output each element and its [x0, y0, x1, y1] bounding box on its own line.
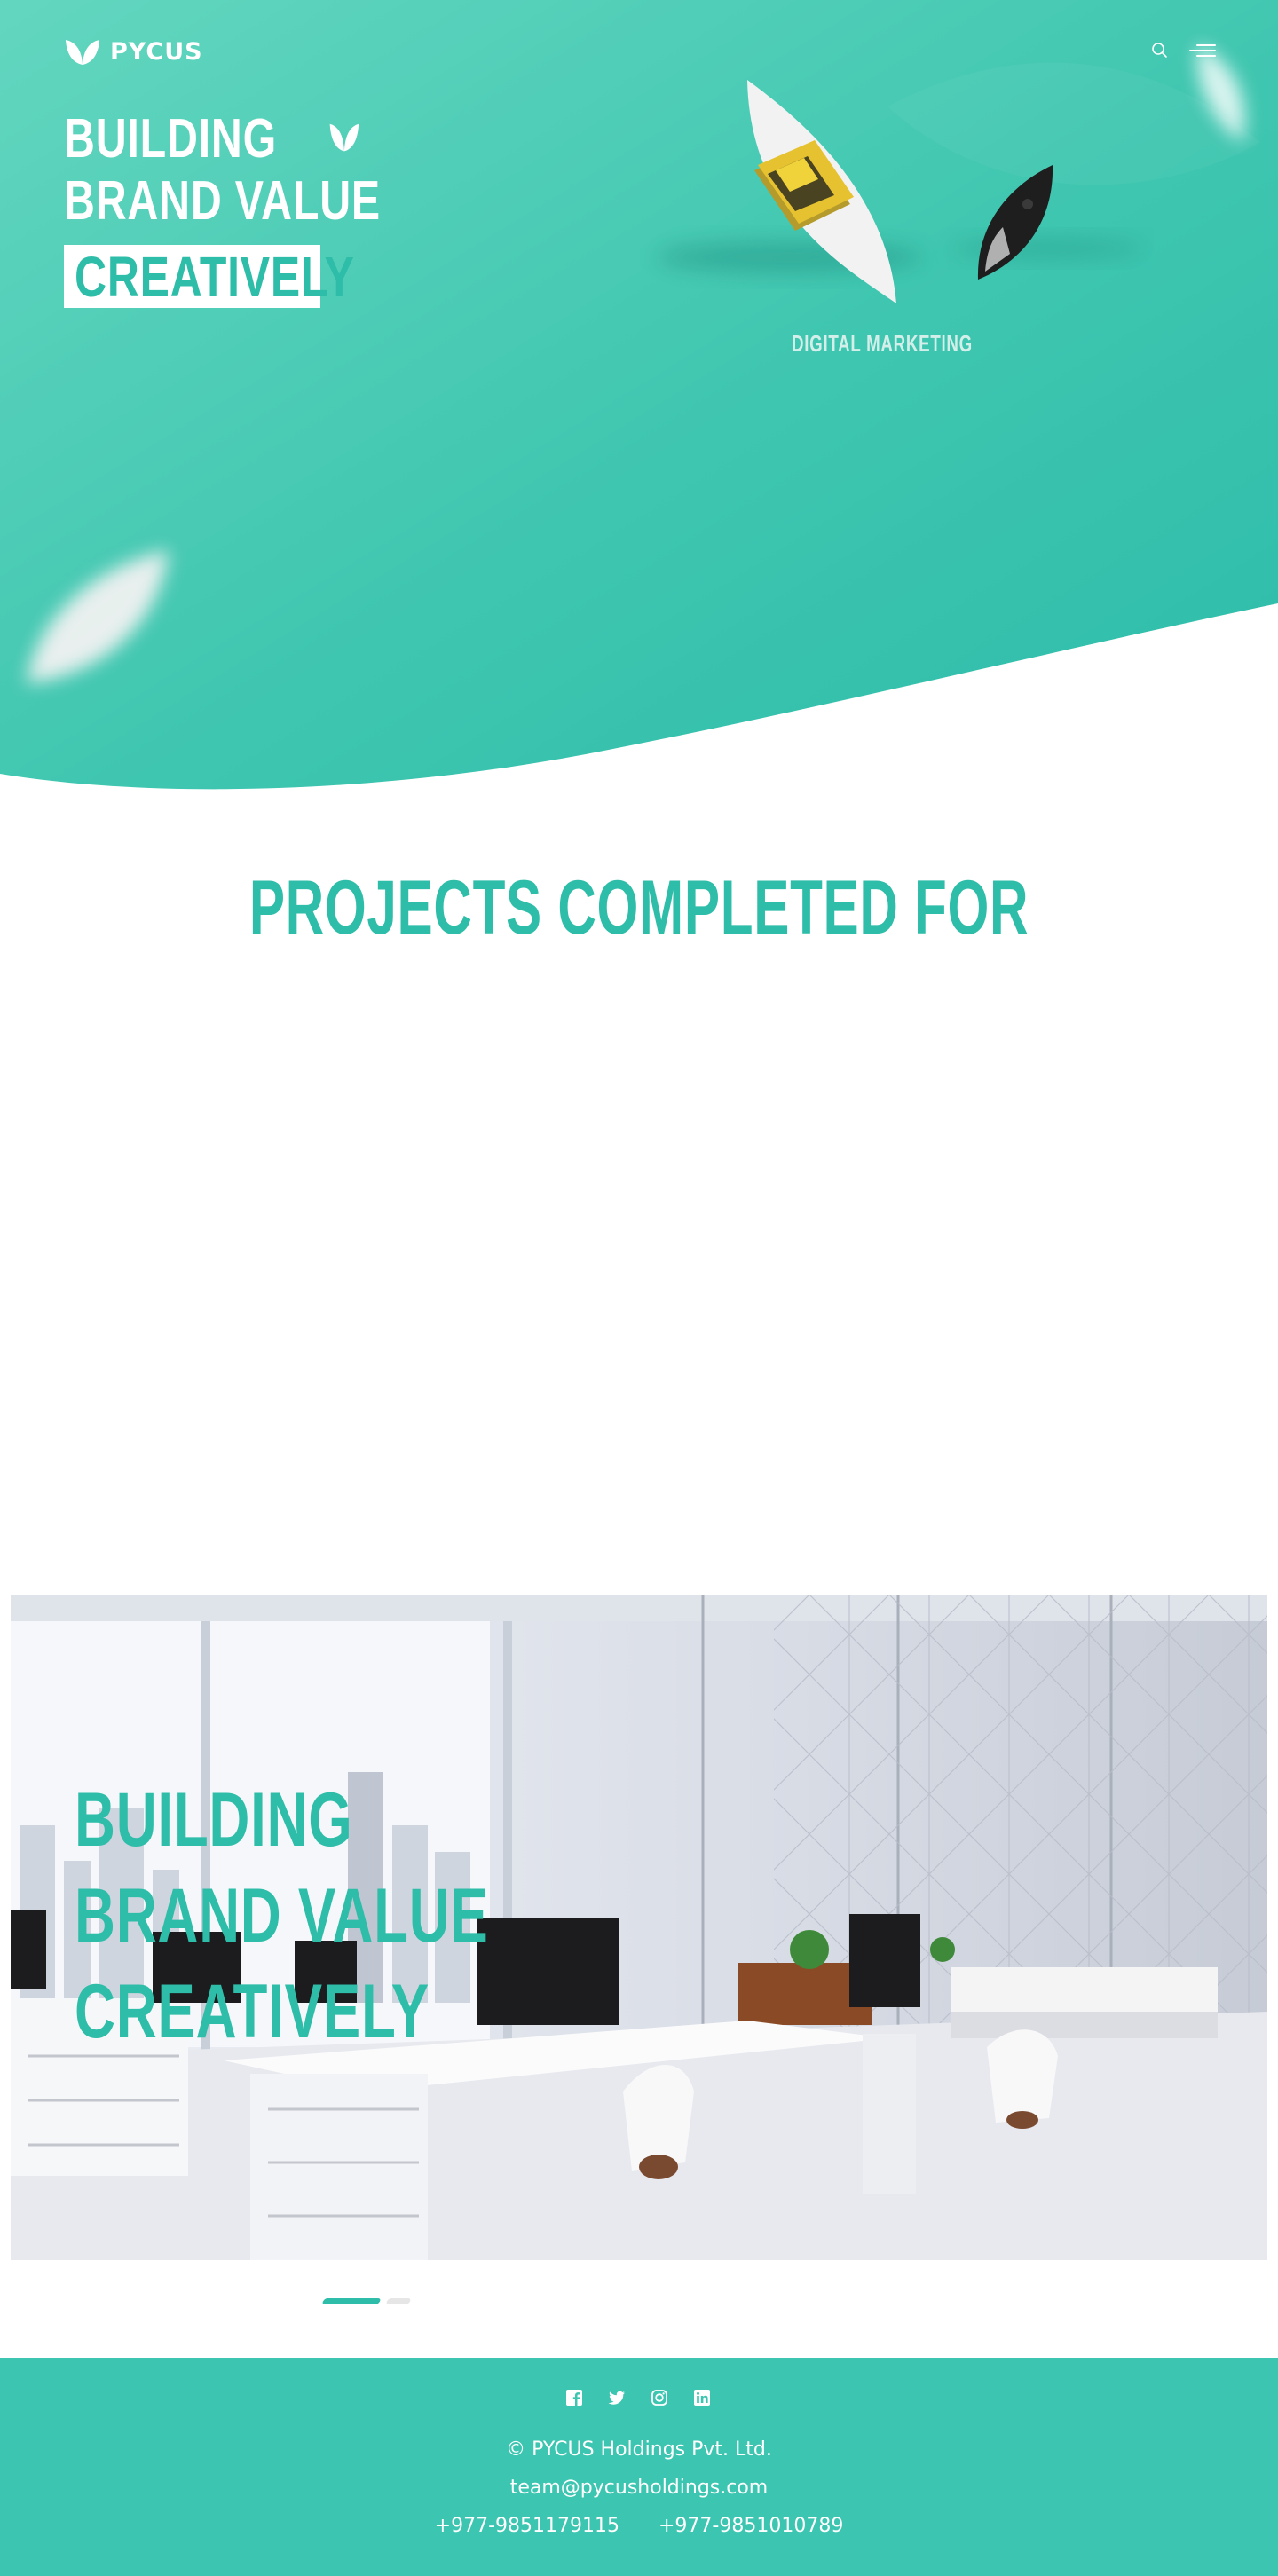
- social-links: [564, 2388, 712, 2407]
- leaf-icon: [329, 123, 359, 152]
- decorative-blurred-leaf: [27, 550, 169, 683]
- facebook-icon[interactable]: [564, 2388, 584, 2407]
- phone-link-1[interactable]: +977-9851179115: [435, 2514, 619, 2539]
- projects-section-title: PROJECTS COMPLETED FOR: [248, 865, 1030, 950]
- logo-text: PYCUS: [110, 37, 203, 66]
- slider-dot-active[interactable]: [321, 2298, 382, 2304]
- banner-headline: BUILDING BRAND VALUE CREATIVELY: [75, 1772, 489, 2060]
- digital-marketing-label[interactable]: DIGITAL MARKETING: [792, 330, 972, 358]
- hero-line-2: BRAND VALUE: [64, 170, 381, 232]
- search-icon[interactable]: [1150, 41, 1170, 60]
- instagram-icon[interactable]: [650, 2388, 669, 2407]
- logo[interactable]: PYCUS: [64, 34, 203, 69]
- email-link[interactable]: team@pycusholdings.com: [0, 2476, 1278, 2501]
- office-banner: BUILDING BRAND VALUE CREATIVELY: [11, 1595, 1267, 2260]
- linkedin-icon[interactable]: [692, 2388, 712, 2407]
- hero-highlight-text: CREATIVELY: [75, 245, 355, 309]
- hero-section: PYCUS BUILDING BRAND VALUE CREATIVELY DI…: [0, 0, 1278, 799]
- phone-numbers: +977-9851179115 +977-9851010789: [0, 2514, 1278, 2539]
- slider-dot[interactable]: [385, 2298, 412, 2304]
- hero-line-1: BUILDING: [64, 108, 277, 169]
- leaf-logo-icon: [66, 40, 99, 65]
- banner-line-3: CREATIVELY: [75, 1969, 430, 2054]
- slider-pagination: [321, 2298, 412, 2305]
- decorative-blurred-leaf: [1197, 44, 1245, 142]
- digital-marketing-showcase[interactable]: [586, 71, 1154, 355]
- hero-headline: BUILDING BRAND VALUE: [64, 108, 381, 232]
- hero-highlight-box: CREATIVELY: [64, 245, 354, 308]
- footer: © PYCUS Holdings Pvt. Ltd. team@pycushol…: [0, 2358, 1278, 2576]
- banner-line-1: BUILDING: [75, 1777, 353, 1863]
- phone-link-2[interactable]: +977-9851010789: [659, 2514, 843, 2539]
- twitter-icon[interactable]: [607, 2388, 627, 2407]
- banner-line-2: BRAND VALUE: [75, 1873, 489, 1958]
- copyright-text: © PYCUS Holdings Pvt. Ltd.: [506, 2438, 772, 2461]
